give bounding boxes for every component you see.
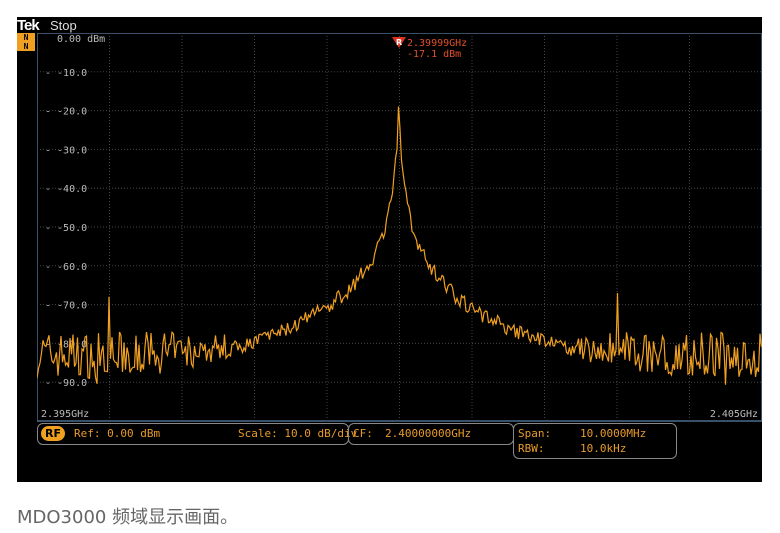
acquisition-status: Stop [50,18,77,33]
y-label: - -30.0 [45,145,87,156]
span-rbw-readout[interactable]: Span: 10.0000MHz RBW: 10.0kHz [513,423,677,459]
ref-level: Ref: 0.00 dBm [74,427,161,440]
x-stop-label: 2.405GHz [710,409,758,420]
y-label: - -90.0 [45,378,87,389]
y-label: - -40.0 [45,184,87,195]
channel-badge: NN [17,33,35,51]
y-label: - -60.0 [45,262,87,273]
y-label: - -20.0 [45,107,87,118]
span-label: Span: [518,427,552,440]
rf-badge: RF [41,426,65,441]
ref-scale-readout[interactable]: RF Ref: 0.00 dBm Scale: 10.0 dB/div [37,423,357,445]
y-label: - -50.0 [45,223,87,234]
marker-label: R [396,38,402,47]
y-label: - -10.0 [45,68,87,79]
marker-level: -17.1 dBm [407,49,461,60]
cf-value: 2.40000000GHz [385,427,472,440]
y-label: - -80.0 [45,339,87,350]
scale: Scale: 10.0 dB/div [238,427,358,440]
marker-frequency: 2.39999GHz [407,38,467,49]
y-label: - -70.0 [45,301,87,312]
x-start-label: 2.395GHz [41,409,89,420]
rbw-value: 10.0kHz [580,442,627,455]
spectrum-plot: 0.00 dBm - -10.0 - -20.0 - -30.0 - -40.0 - -5… [37,33,762,422]
cf-label: CF: [353,427,373,440]
y-label: 0.00 dBm [57,34,105,45]
tek-logo: Tek [17,17,40,34]
span-value: 10.0000MHz [580,427,647,440]
oscilloscope-screen: Tek Stop NN 0.00 dBm - -10.0 - -20.0 - -30.… [17,17,762,482]
rbw-label: RBW: [518,442,545,455]
center-frequency-readout[interactable]: CF: 2.40000000GHz [348,423,514,445]
caption: MDO3000 频域显示画面。 [17,507,239,528]
